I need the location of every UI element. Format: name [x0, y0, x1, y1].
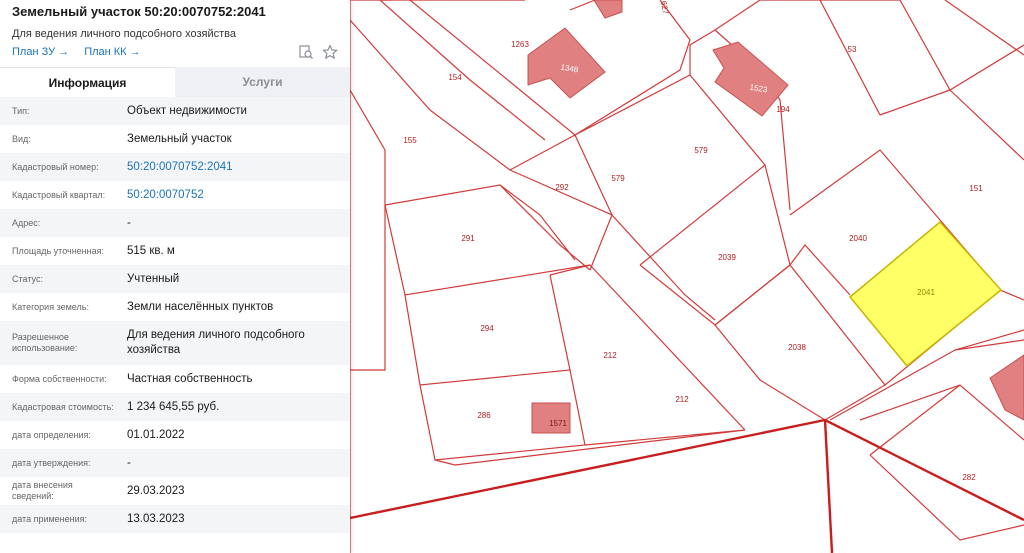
panel-title: Земельный участок 50:20:0070752:2041 — [12, 4, 266, 19]
parcel-label: 294 — [480, 324, 494, 333]
row-label: дата утверждения: — [12, 457, 91, 468]
row-label: Кадастровая стоимость: — [12, 401, 114, 412]
property-row-address: Адрес: - — [0, 209, 350, 237]
row-value: 01.01.2022 — [127, 428, 185, 441]
row-value: Земельный участок — [127, 132, 232, 145]
panel-subtitle: Для ведения личного подсобного хозяйства — [12, 28, 236, 40]
parcel-label: 579 — [611, 174, 625, 183]
row-value: 515 кв. м — [127, 244, 175, 257]
property-row-cadastral-value: Кадастровая стоимость: 1 234 645,55 руб. — [0, 393, 350, 421]
row-value: Объект недвижимости — [127, 104, 247, 117]
property-row-approval-date: дата утверждения: - — [0, 449, 350, 477]
search-document-icon[interactable] — [298, 44, 314, 60]
row-label: Тип: — [12, 105, 30, 116]
plan-links: План ЗУ → План КК → — [12, 46, 141, 58]
property-row-entry-date: дата внесения сведений: 29.03.2023 — [0, 477, 350, 505]
property-row-permitted-use: Разрешенное использование: Для ведения л… — [0, 321, 350, 365]
parcel-label: 291 — [461, 234, 475, 243]
plan-zu-link[interactable]: План ЗУ → — [12, 46, 69, 58]
row-label: Статус: — [12, 273, 43, 284]
row-label: Разрешенное использование: — [12, 332, 78, 353]
parcel-label: 155 — [403, 136, 417, 145]
row-label: Категория земель: — [12, 301, 89, 312]
building-1571[interactable] — [531, 402, 571, 434]
parcel-label: 1263 — [511, 40, 529, 49]
row-value: Земли населённых пунктов — [127, 300, 274, 313]
property-row-cadastral-quarter: Кадастровый квартал: 50:20:0070752 — [0, 181, 350, 209]
row-value: 29.03.2023 — [127, 484, 185, 497]
row-value: 13.03.2023 — [127, 512, 185, 525]
property-row-area: Площадь уточненная: 515 кв. м — [0, 237, 350, 265]
property-row-determination-date: дата определения: 01.01.2022 — [0, 421, 350, 449]
parcel-label: 286 — [477, 411, 491, 420]
parcel-label: 212 — [675, 395, 689, 404]
row-label: Вид: — [12, 133, 31, 144]
cadastral-number-link[interactable]: 50:20:0070752:2041 — [115, 160, 350, 175]
cadastral-quarter-link[interactable]: 50:20:0070752 — [115, 188, 350, 203]
parcel-label: 212 — [603, 351, 617, 360]
row-label: Форма собственности: — [12, 373, 107, 384]
property-row-status: Статус: Учтенный — [0, 265, 350, 293]
parcel-label: 2038 — [788, 343, 806, 352]
row-label: Кадастровый квартал: — [12, 189, 106, 200]
row-label: дата определения: — [12, 429, 91, 440]
row-label: дата внесения сведений: — [12, 480, 73, 501]
object-info-panel: Земельный участок 50:20:0070752:2041 Для… — [0, 0, 350, 553]
parcel-label: 282 — [962, 473, 976, 482]
tab-info[interactable]: Информация — [0, 67, 175, 97]
plan-kk-link[interactable]: План КК → — [84, 46, 140, 58]
row-label: Адрес: — [12, 217, 41, 228]
parcel-label: 2039 — [718, 253, 736, 262]
row-value: Учтенный — [127, 272, 180, 285]
parcel-label: 292 — [555, 183, 569, 192]
building-label: 1571 — [549, 419, 567, 428]
tab-services[interactable]: Услуги — [175, 67, 350, 97]
row-value: 1 234 645,55 руб. — [127, 400, 220, 413]
parcel-label: 2040 — [849, 234, 867, 243]
parcel-label: 579 — [694, 146, 708, 155]
property-row-type: Тип: Объект недвижимости — [0, 97, 350, 125]
property-row-kind: Вид: Земельный участок — [0, 125, 350, 153]
property-table: Тип: Объект недвижимости Вид: Земельный … — [0, 97, 350, 533]
row-label: Площадь уточненная: — [12, 245, 104, 256]
parcel-label: 151 — [969, 184, 983, 193]
parcel-label: 53 — [848, 45, 857, 54]
row-value: Для ведения личного подсобного хозяйства — [127, 329, 305, 356]
row-value: Частная собственность — [127, 372, 253, 385]
panel-actions — [298, 44, 338, 60]
row-value: - — [127, 216, 131, 229]
property-row-application-date: дата применения: 13.03.2023 — [0, 505, 350, 533]
property-row-ownership: Форма собственности: Частная собственнос… — [0, 365, 350, 393]
row-label: Кадастровый номер: — [12, 161, 99, 172]
parcel-label: 2041 — [917, 288, 935, 297]
row-label: дата применения: — [12, 513, 88, 524]
property-row-cadastral-number: Кадастровый номер: 50:20:0070752:2041 — [0, 153, 350, 181]
star-icon[interactable] — [322, 44, 338, 60]
parcel-label: 194 — [776, 105, 790, 114]
row-value: - — [127, 456, 131, 469]
panel-tabs: Информация Услуги — [0, 67, 350, 97]
parcel-label: 154 — [448, 73, 462, 82]
property-row-land-category: Категория земель: Земли населённых пункт… — [0, 293, 350, 321]
